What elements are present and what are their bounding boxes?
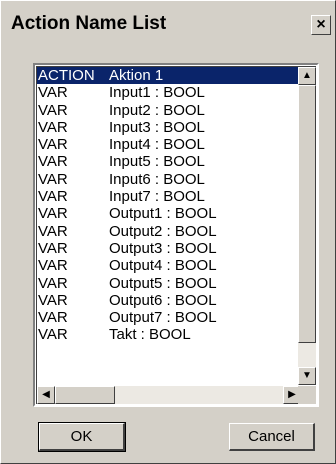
scroll-left-button[interactable]: ◀: [37, 386, 55, 404]
list-item[interactable]: VAR Takt : BOOL: [37, 326, 301, 343]
list-item[interactable]: ACTION Aktion 1: [37, 67, 301, 85]
list-item-kind: VAR: [38, 239, 68, 257]
vertical-scroll-thumb[interactable]: [298, 85, 316, 343]
scroll-up-button[interactable]: ▲: [298, 67, 316, 85]
action-name-list-dialog: Action Name List × ACTION Aktion 1 VAR Inpu…: [0, 0, 336, 464]
close-button[interactable]: ×: [311, 15, 331, 35]
list-item-kind: VAR: [38, 188, 68, 206]
list-item-value: Input2 : BOOL: [109, 101, 205, 119]
list-item-kind: VAR: [38, 136, 68, 154]
list-item[interactable]: VAR Output2 : BOOL: [37, 223, 301, 240]
list-item-kind: VAR: [38, 118, 68, 136]
list-item-kind: VAR: [38, 309, 68, 327]
list-item[interactable]: VAR Input6 : BOOL: [37, 171, 301, 188]
list-item[interactable]: VAR Input4 : BOOL: [37, 136, 301, 153]
list-item-kind: VAR: [38, 84, 68, 102]
window-title: Action Name List: [11, 13, 167, 34]
vertical-scrollbar[interactable]: ▲ ▼: [298, 67, 316, 385]
list-item-value: Output2 : BOOL: [109, 222, 217, 240]
list-item[interactable]: VAR Output7 : BOOL: [37, 309, 301, 326]
list-item[interactable]: VAR Output6 : BOOL: [37, 292, 301, 309]
list-item-value: Input1 : BOOL: [109, 84, 205, 102]
title-bar[interactable]: Action Name List ×: [3, 3, 333, 45]
list-item-kind: ACTION: [38, 67, 95, 84]
action-name-listbox[interactable]: ACTION Aktion 1 VAR Input1 : BOOL VAR Input2 …: [33, 63, 319, 407]
list-item[interactable]: VAR Input7 : BOOL: [37, 188, 301, 205]
list-item-kind: VAR: [38, 326, 68, 344]
list-item[interactable]: VAR Input5 : BOOL: [37, 153, 301, 170]
list-item-kind: VAR: [38, 101, 68, 119]
list-item[interactable]: VAR Output4 : BOOL: [37, 257, 301, 274]
list-item-kind: VAR: [38, 274, 68, 292]
list-item[interactable]: VAR Output3 : BOOL: [37, 240, 301, 257]
list-item-value: Output5 : BOOL: [109, 274, 217, 292]
horizontal-scrollbar[interactable]: ◀ ▶: [37, 386, 301, 404]
list-item-value: Takt : BOOL: [109, 326, 191, 344]
list-item-value: Output7 : BOOL: [109, 309, 217, 327]
scrollbar-corner: [298, 386, 316, 404]
list-rows: ACTION Aktion 1 VAR Input1 : BOOL VAR Input2 …: [37, 67, 301, 385]
cancel-button[interactable]: Cancel: [229, 423, 315, 451]
list-item-value: Input7 : BOOL: [109, 188, 205, 206]
list-item-kind: VAR: [38, 170, 68, 188]
list-item[interactable]: VAR Input1 : BOOL: [37, 84, 301, 101]
list-item-value: Input5 : BOOL: [109, 153, 205, 171]
list-item[interactable]: VAR Input2 : BOOL: [37, 102, 301, 119]
list-item[interactable]: VAR Input3 : BOOL: [37, 119, 301, 136]
list-item-kind: VAR: [38, 257, 68, 275]
list-item-value: Input4 : BOOL: [109, 136, 205, 154]
list-item[interactable]: VAR Output5 : BOOL: [37, 275, 301, 292]
list-item-kind: VAR: [38, 222, 68, 240]
list-item-value: Input3 : BOOL: [109, 118, 205, 136]
list-item-kind: VAR: [38, 153, 68, 171]
list-item-value: Output1 : BOOL: [109, 205, 217, 223]
horizontal-scroll-thumb[interactable]: [55, 386, 115, 404]
scroll-down-button[interactable]: ▼: [298, 367, 316, 385]
list-item-kind: VAR: [38, 291, 68, 309]
list-item-value: Output4 : BOOL: [109, 257, 217, 275]
list-item-kind: VAR: [38, 205, 68, 223]
list-item-value: Output6 : BOOL: [109, 291, 217, 309]
list-item[interactable]: VAR Output1 : BOOL: [37, 205, 301, 222]
list-item-value: Output3 : BOOL: [109, 239, 217, 257]
ok-button[interactable]: OK: [38, 422, 126, 452]
list-item-value: Input6 : BOOL: [109, 170, 205, 188]
list-item-value: Aktion 1: [109, 67, 164, 84]
listbox-frame: ACTION Aktion 1 VAR Input1 : BOOL VAR Input2 …: [36, 66, 316, 404]
